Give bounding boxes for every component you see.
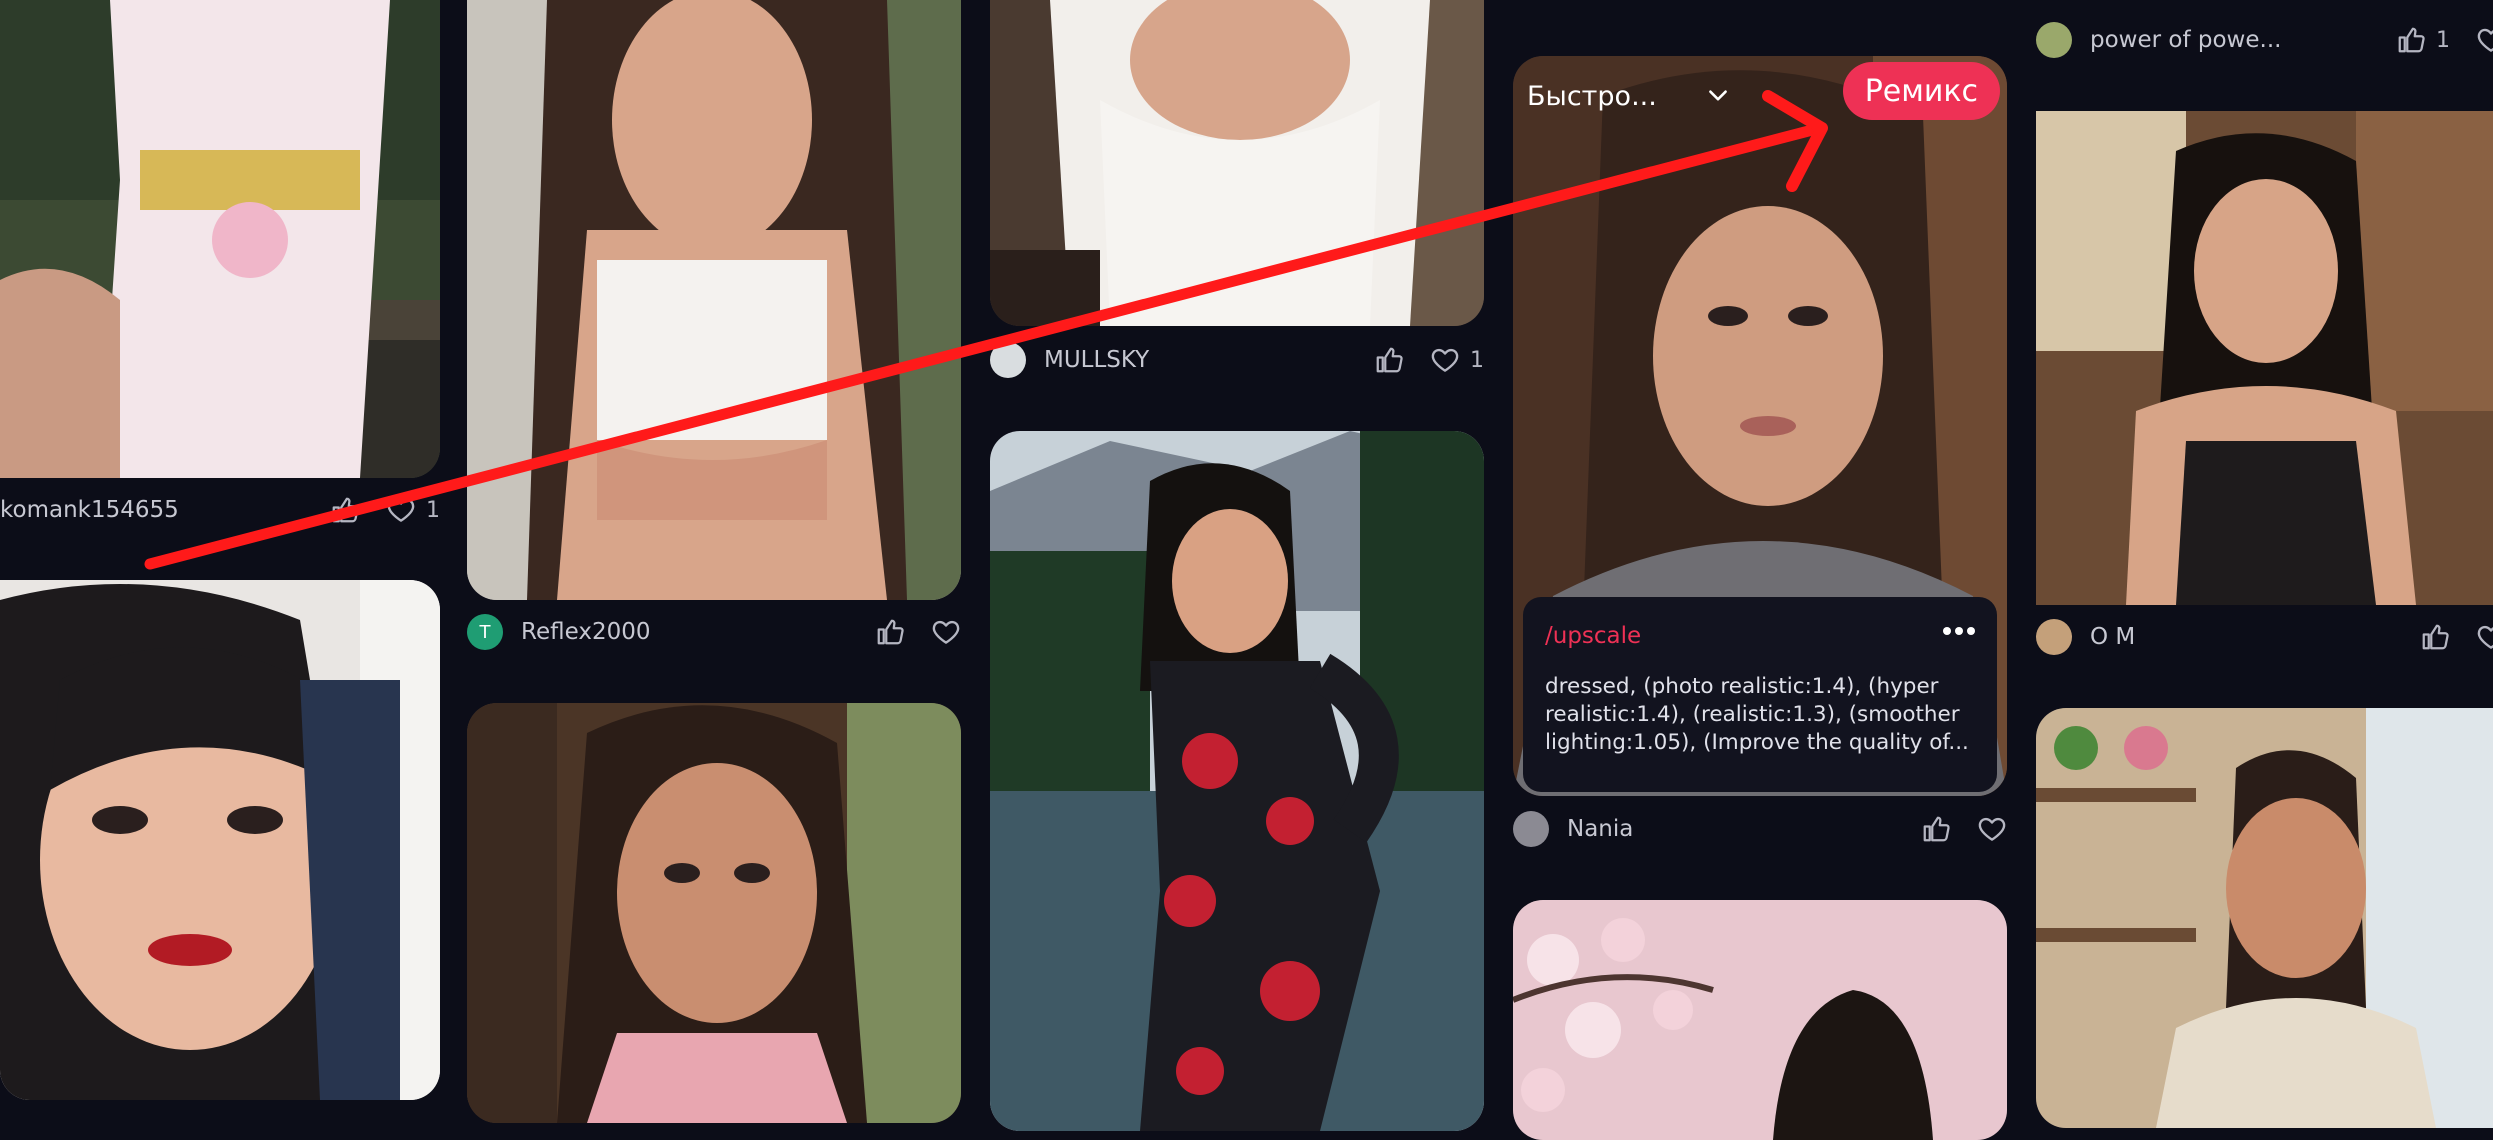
image-card-5[interactable]: [990, 0, 1484, 326]
like-count: 1: [2436, 27, 2450, 53]
author-name[interactable]: O M: [2090, 624, 2135, 650]
avatar[interactable]: T: [467, 614, 503, 650]
card-meta-10: O M: [2036, 613, 2493, 661]
thumbs-up-icon: [875, 617, 905, 647]
image-card-8[interactable]: [1513, 900, 2007, 1140]
heart-icon: [931, 617, 961, 647]
heart-icon: [1430, 345, 1460, 375]
heart-button[interactable]: [1977, 814, 2007, 844]
heart-count: 1: [426, 497, 440, 523]
author-name[interactable]: Reflex2000: [521, 619, 650, 645]
heart-button[interactable]: 1: [1430, 345, 1484, 375]
avatar[interactable]: [2036, 22, 2072, 58]
image-card-4[interactable]: [467, 703, 961, 1123]
photo-woman-library: [467, 703, 961, 1123]
author-name[interactable]: komank154655: [0, 497, 179, 523]
like-button[interactable]: 1: [2396, 25, 2450, 55]
prompt-text: dressed, (photo realistic:1.4), (hyper r…: [1545, 674, 1969, 755]
card-overlay-controls: Быстро... Ремикс: [1527, 62, 2000, 126]
heart-button[interactable]: [2476, 25, 2493, 55]
image-card-1[interactable]: [0, 0, 440, 478]
card-meta-1: komank154655 1: [0, 486, 440, 534]
heart-count: 1: [1470, 347, 1484, 373]
card-meta-3: T Reflex2000: [467, 608, 961, 656]
remix-button[interactable]: Ремикс: [1842, 62, 2000, 120]
image-card-10[interactable]: [2036, 708, 2493, 1128]
heart-icon: [1977, 814, 2007, 844]
photo-woman-white-dress: [0, 0, 440, 478]
photo-woman-white-top: [467, 0, 961, 600]
card-meta-7: Nania: [1513, 805, 2007, 853]
like-button[interactable]: [1921, 814, 1951, 844]
image-card-9[interactable]: [2036, 111, 2493, 605]
avatar[interactable]: [2036, 619, 2072, 655]
card-meta-5: MULLSKY 1: [990, 336, 1484, 384]
heart-button[interactable]: [931, 617, 961, 647]
photo-woman-black-top: [2036, 111, 2493, 605]
sort-label: Быстро...: [1527, 80, 1657, 112]
card-meta-9: power of powe... 1: [2036, 16, 2493, 64]
heart-icon: [2476, 622, 2493, 652]
like-button[interactable]: [875, 617, 905, 647]
prompt-command: /upscale: [1545, 623, 1642, 649]
photo-woman-kitchen: [2036, 708, 2493, 1128]
image-card-2[interactable]: [0, 580, 440, 1100]
image-card-6[interactable]: [990, 431, 1484, 1131]
sort-dropdown[interactable]: Быстро...: [1527, 81, 1731, 112]
author-name[interactable]: MULLSKY: [1044, 347, 1149, 373]
avatar[interactable]: [1513, 811, 1549, 847]
photo-cherry-blossoms: [1513, 900, 2007, 1140]
like-button[interactable]: [330, 495, 360, 525]
like-button[interactable]: [1374, 345, 1404, 375]
avatar[interactable]: [990, 342, 1026, 378]
thumbs-up-icon: [330, 495, 360, 525]
like-button[interactable]: [2420, 622, 2450, 652]
thumbs-up-icon: [2396, 25, 2426, 55]
photo-woman-floral-bodysuit: [990, 431, 1484, 1131]
image-card-3[interactable]: [467, 0, 961, 600]
more-dots-icon[interactable]: [1941, 625, 1977, 637]
heart-icon: [386, 495, 416, 525]
chevron-down-icon: [1708, 90, 1727, 101]
thumbs-up-icon: [1374, 345, 1404, 375]
heart-button[interactable]: 1: [386, 495, 440, 525]
heart-button[interactable]: [2476, 622, 2493, 652]
thumbs-up-icon: [2420, 622, 2450, 652]
photo-woman-red-lips: [0, 580, 440, 1100]
thumbs-up-icon: [1921, 814, 1951, 844]
author-name[interactable]: power of powe...: [2090, 27, 2281, 53]
prompt-panel[interactable]: /upscale dressed, (photo realistic:1.4),…: [1523, 597, 1997, 792]
author-name[interactable]: Nania: [1567, 816, 1633, 842]
photo-woman-white-apron: [990, 0, 1484, 326]
heart-icon: [2476, 25, 2493, 55]
card-meta-top-partial: [1517, 0, 1557, 6]
